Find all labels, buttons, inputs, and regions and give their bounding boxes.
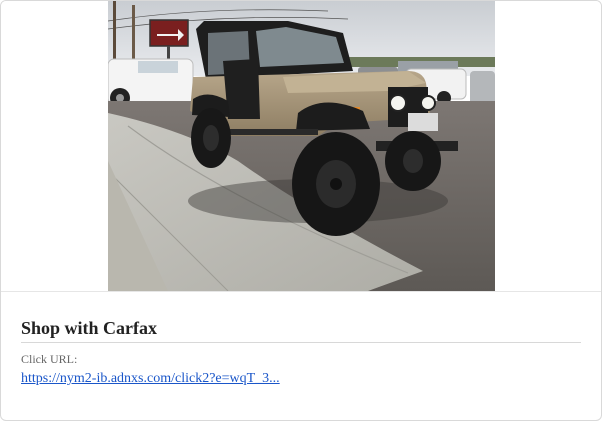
title-underline (21, 342, 581, 343)
ad-title[interactable]: Shop with Carfax (21, 292, 581, 339)
click-url-label: Click URL: (21, 352, 78, 366)
click-url-link[interactable]: https://nym2-ib.adnxs.com/click2?e=wqT_3… (21, 370, 280, 388)
ad-image-area[interactable] (1, 1, 601, 291)
ad-card: Shop with Carfax Click URL: https://nym2… (0, 0, 602, 421)
jeep-photo[interactable] (108, 1, 495, 291)
ad-text-area: Shop with Carfax Click URL: https://nym2… (21, 292, 581, 388)
